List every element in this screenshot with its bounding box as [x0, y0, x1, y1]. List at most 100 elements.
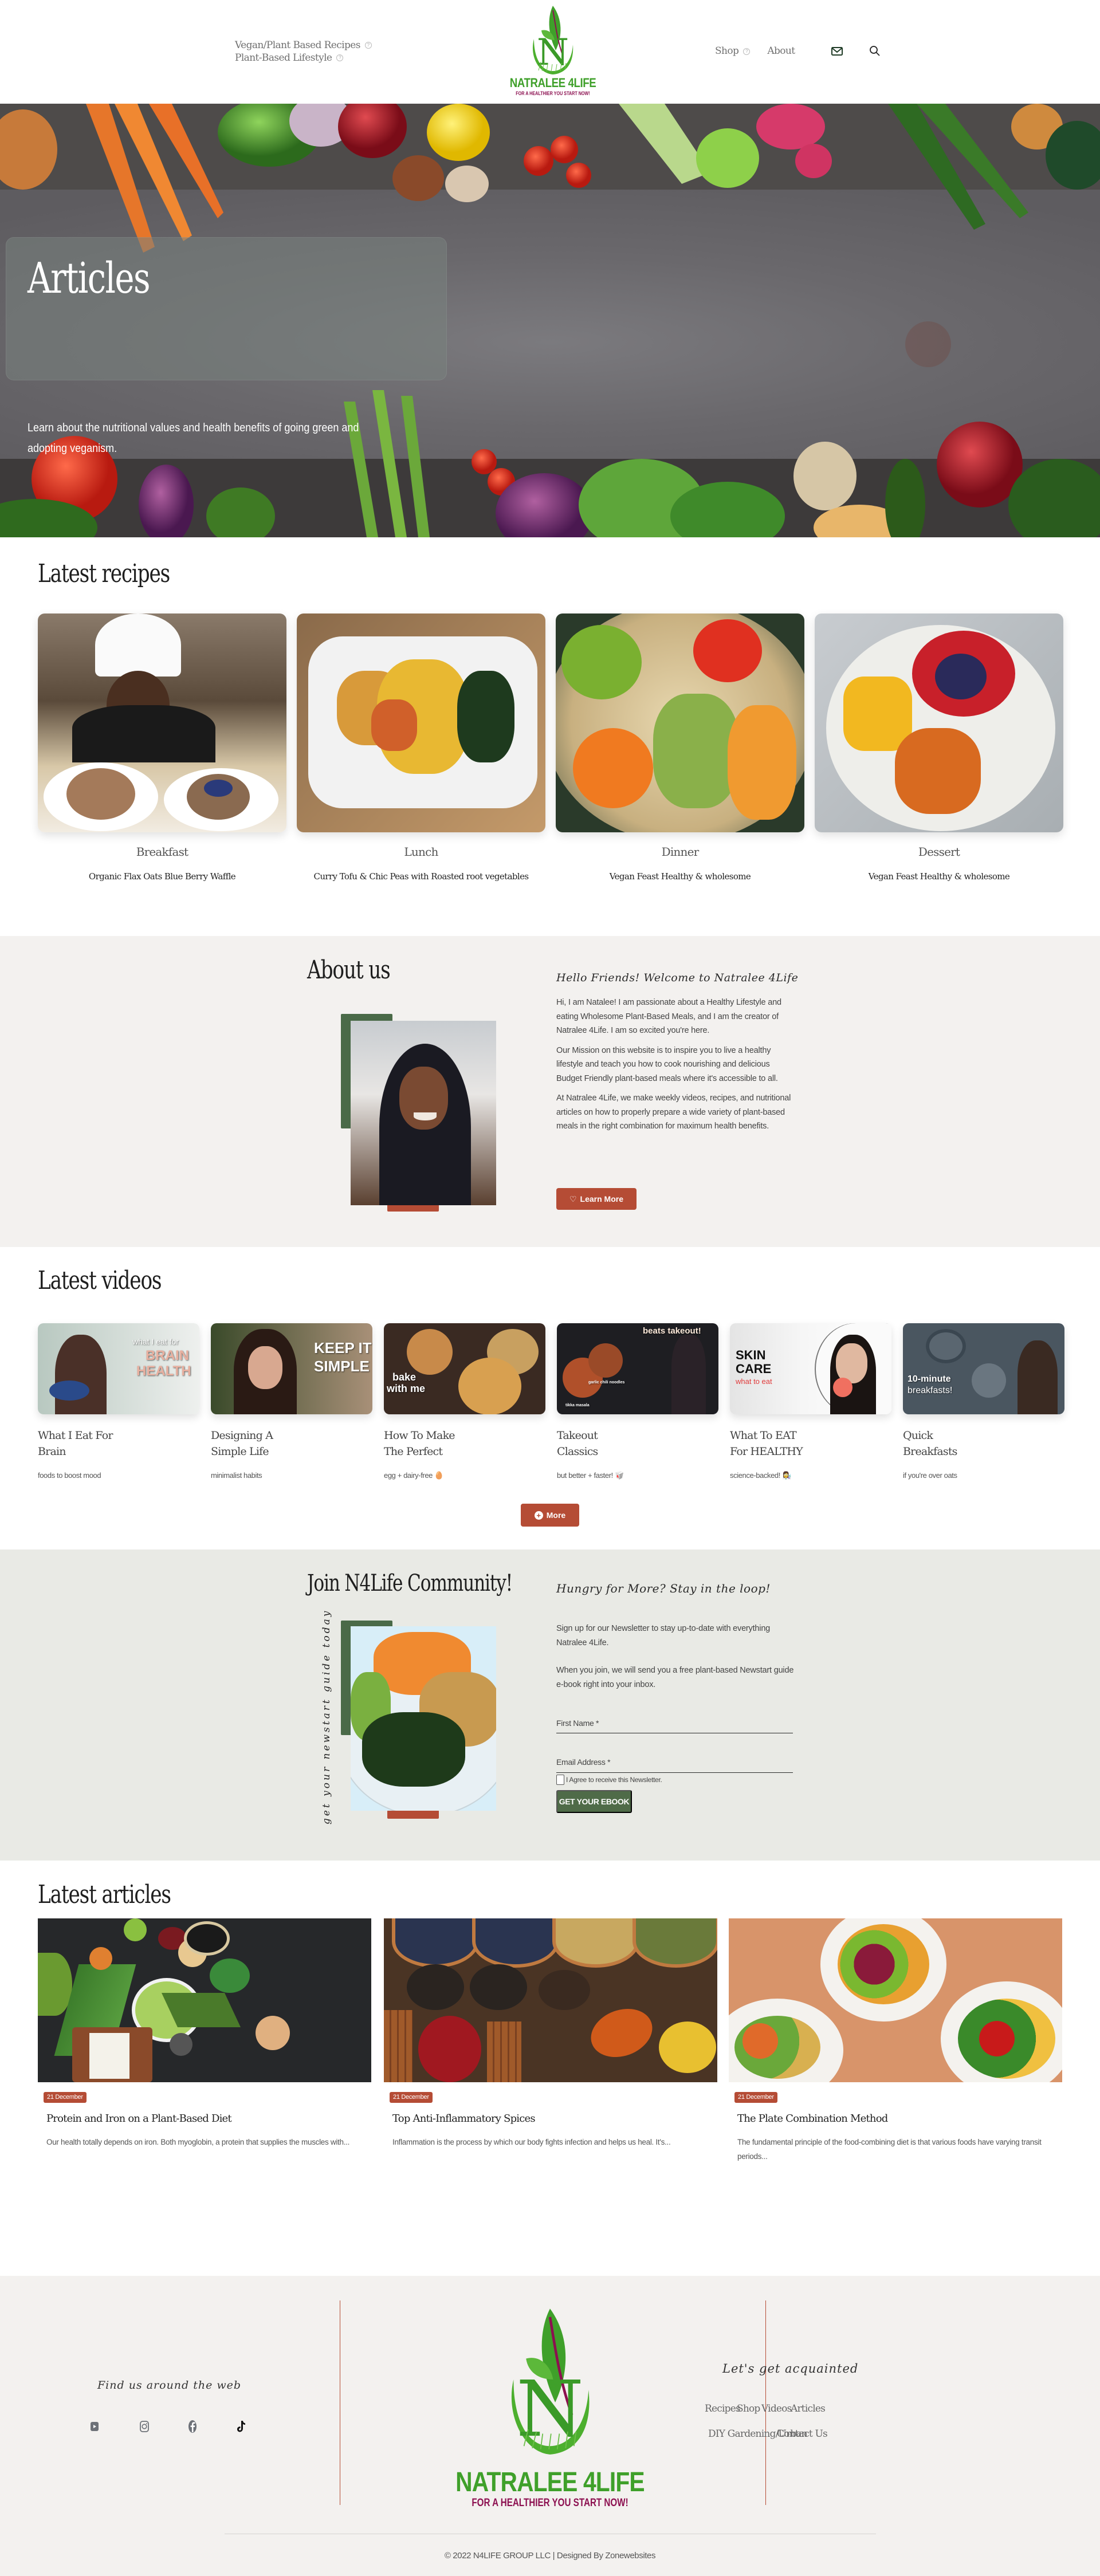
date-badge: 21 December [390, 2092, 433, 2103]
site-logo[interactable]: N NATRALEE 4LIFE FOR A HEALTHIER YOU STA… [487, 5, 619, 102]
footer-link-articles[interactable]: Articles [791, 2403, 826, 2414]
agree-label[interactable]: I Agree to receive this Newsletter. [566, 1776, 662, 1784]
video-title-link[interactable]: What To EAT For HEALTHY [730, 1427, 856, 1460]
logo-leaf-icon: N [532, 6, 573, 74]
thumbnail-text: BRAIN [146, 1348, 189, 1363]
video-card[interactable]: beats takeout! garlic chili noodles tikk… [557, 1323, 718, 1414]
video-thumbnail: 10-minute breakfasts! [903, 1323, 1064, 1414]
more-videos-button[interactable]: + More [521, 1504, 579, 1527]
video-card[interactable]: bake with me [384, 1323, 545, 1414]
submenu-indicator-icon: ? [364, 41, 372, 49]
video-title-line: Designing A [211, 1429, 273, 1442]
about-body: Hi, I am Natalee! I am passionate about … [556, 996, 797, 1139]
article-image [729, 1918, 1062, 2082]
mail-icon[interactable] [830, 44, 844, 58]
about-paragraph: At Natralee 4Life, we make weekly videos… [556, 1094, 791, 1131]
youtube-icon[interactable] [87, 2419, 102, 2434]
video-title-line: Classics [557, 1445, 598, 1458]
article-card[interactable] [729, 1918, 1062, 2082]
recipe-title-link[interactable]: Curry Tofu & Chic Peas with Roasted root… [297, 871, 545, 882]
footer-link-contact[interactable]: Contact Us [777, 2428, 828, 2440]
nav-item-label: Shop [715, 45, 739, 57]
video-title-link[interactable]: Takeout Classics [557, 1427, 683, 1460]
nav-item-vegan-recipes[interactable]: Vegan/Plant Based Recipes? [235, 39, 372, 52]
thumbnail-text: tikka masala [565, 1403, 590, 1407]
agree-checkbox[interactable] [556, 1775, 564, 1785]
get-ebook-button[interactable]: GET YOUR EBOOK [556, 1790, 632, 1813]
article-title-link[interactable]: The Plate Combination Method [737, 2113, 888, 2125]
recipe-card-breakfast[interactable] [38, 613, 286, 832]
video-title-link[interactable]: How To Make The Perfect [384, 1427, 510, 1460]
recipes-heading: Latest recipes [38, 559, 170, 588]
thumbnail-text: garlic chili noodles [588, 1381, 625, 1385]
video-subtitle: if you're over oats [903, 1471, 957, 1480]
video-title-line: What I Eat For [38, 1429, 113, 1442]
nav-item-plant-based-lifestyle[interactable]: Plant-Based Lifestyle? [235, 52, 372, 64]
video-subtitle: minimalist habits [211, 1471, 262, 1480]
thumbnail-text: bake [392, 1371, 417, 1383]
article-image [38, 1918, 371, 2082]
article-excerpt: The fundamental principle of the food-co… [737, 2138, 1042, 2161]
recipe-card-dinner[interactable] [556, 613, 804, 832]
article-card[interactable] [38, 1918, 371, 2082]
recipe-card-lunch[interactable] [297, 613, 545, 832]
heart-icon: ♡ [569, 1194, 577, 1204]
nav-item-shop[interactable]: Shop? [715, 45, 751, 57]
footer-logo-tagline: FOR A HEALTHIER YOU START NOW! [472, 2497, 628, 2509]
video-subtitle: foods to boost mood [38, 1471, 101, 1480]
article-card[interactable] [384, 1918, 717, 2082]
tiktok-icon[interactable] [234, 2419, 249, 2434]
nav-item-about[interactable]: About [767, 45, 795, 57]
video-card[interactable]: KEEP IT SIMPLE [211, 1323, 372, 1414]
footer-logo[interactable]: N NATRALEE 4LIFE FOR A HEALTHIER YOU STA… [435, 2299, 665, 2510]
author-photo [351, 1021, 496, 1205]
nav-item-label: Vegan/Plant Based Recipes [235, 40, 360, 51]
video-thumbnail: bake with me [384, 1323, 545, 1414]
more-label: More [546, 1511, 566, 1520]
thumbnail-text: what I eat for [132, 1337, 179, 1346]
primary-nav-right: Shop? About [715, 44, 882, 58]
video-title-line: For HEALTHY [730, 1445, 803, 1458]
first-name-field[interactable] [556, 1717, 792, 1733]
logo-brand-text: NATRALEE 4LIFE [509, 76, 596, 90]
recipe-image [297, 613, 545, 832]
community-heading: Join N4Life Community! [307, 1570, 513, 1596]
recipe-category: Dessert [918, 845, 960, 859]
logo-leaf-icon: N [511, 2308, 590, 2455]
footer-link-recipes[interactable]: Recipes [705, 2403, 741, 2414]
video-title-line: How To Make [384, 1429, 455, 1442]
email-field[interactable] [556, 1756, 792, 1772]
video-subtitle: science-backed! 👩‍🔬 [730, 1471, 791, 1480]
video-card[interactable]: SKIN CARE what to eat [730, 1323, 891, 1414]
footer-logo-brand: NATRALEE 4LIFE [455, 2467, 645, 2498]
primary-nav-left: Vegan/Plant Based Recipes? Plant-Based L… [235, 39, 372, 64]
article-title-link[interactable]: Top Anti-Inflammatory Spices [392, 2113, 536, 2125]
nav-item-label: About [767, 45, 795, 57]
article-title-link[interactable]: Protein and Iron on a Plant-Based Diet [46, 2113, 232, 2125]
thumbnail-text: SKIN [736, 1348, 766, 1362]
instagram-icon[interactable] [137, 2419, 152, 2434]
video-title-line: Breakfasts [903, 1445, 957, 1458]
footer-link-shop[interactable]: Shop [737, 2403, 760, 2414]
video-title-link[interactable]: Quick Breakfasts [903, 1427, 1029, 1460]
video-subtitle: but better + faster! 🥡 [557, 1471, 624, 1480]
recipe-title-link[interactable]: Organic Flax Oats Blue Berry Waffle [38, 871, 286, 882]
thumbnail-text: HEALTH [136, 1363, 191, 1379]
video-title-link[interactable]: What I Eat For Brain [38, 1427, 164, 1460]
video-title-link[interactable]: Designing A Simple Life [211, 1427, 337, 1460]
community-subheading: Hungry for More? Stay in the loop! [556, 1582, 771, 1595]
site-header: Vegan/Plant Based Recipes? Plant-Based L… [0, 0, 1100, 104]
search-icon[interactable] [867, 44, 882, 58]
video-card[interactable]: what I eat for BRAIN HEALTH [38, 1323, 199, 1414]
recipe-image [38, 613, 286, 832]
footer-link-videos[interactable]: Videos [761, 2403, 792, 2414]
copyright-text: © 2022 N4LIFE GROUP LLC | Designed By Zo… [444, 2551, 656, 2561]
recipe-title-link[interactable]: Vegan Feast Healthy & wholesome [556, 871, 804, 882]
recipe-title-link[interactable]: Vegan Feast Healthy & wholesome [815, 871, 1063, 882]
video-card[interactable]: 10-minute breakfasts! [903, 1323, 1064, 1414]
learn-more-button[interactable]: ♡ Learn More [556, 1188, 637, 1210]
facebook-icon[interactable] [185, 2419, 200, 2434]
recipe-card-dessert[interactable] [815, 613, 1063, 832]
community-body: Sign up for our Newsletter to stay up-to… [556, 1622, 797, 1697]
about-greeting: Hello Friends! Welcome to Natralee 4Life [556, 972, 799, 984]
